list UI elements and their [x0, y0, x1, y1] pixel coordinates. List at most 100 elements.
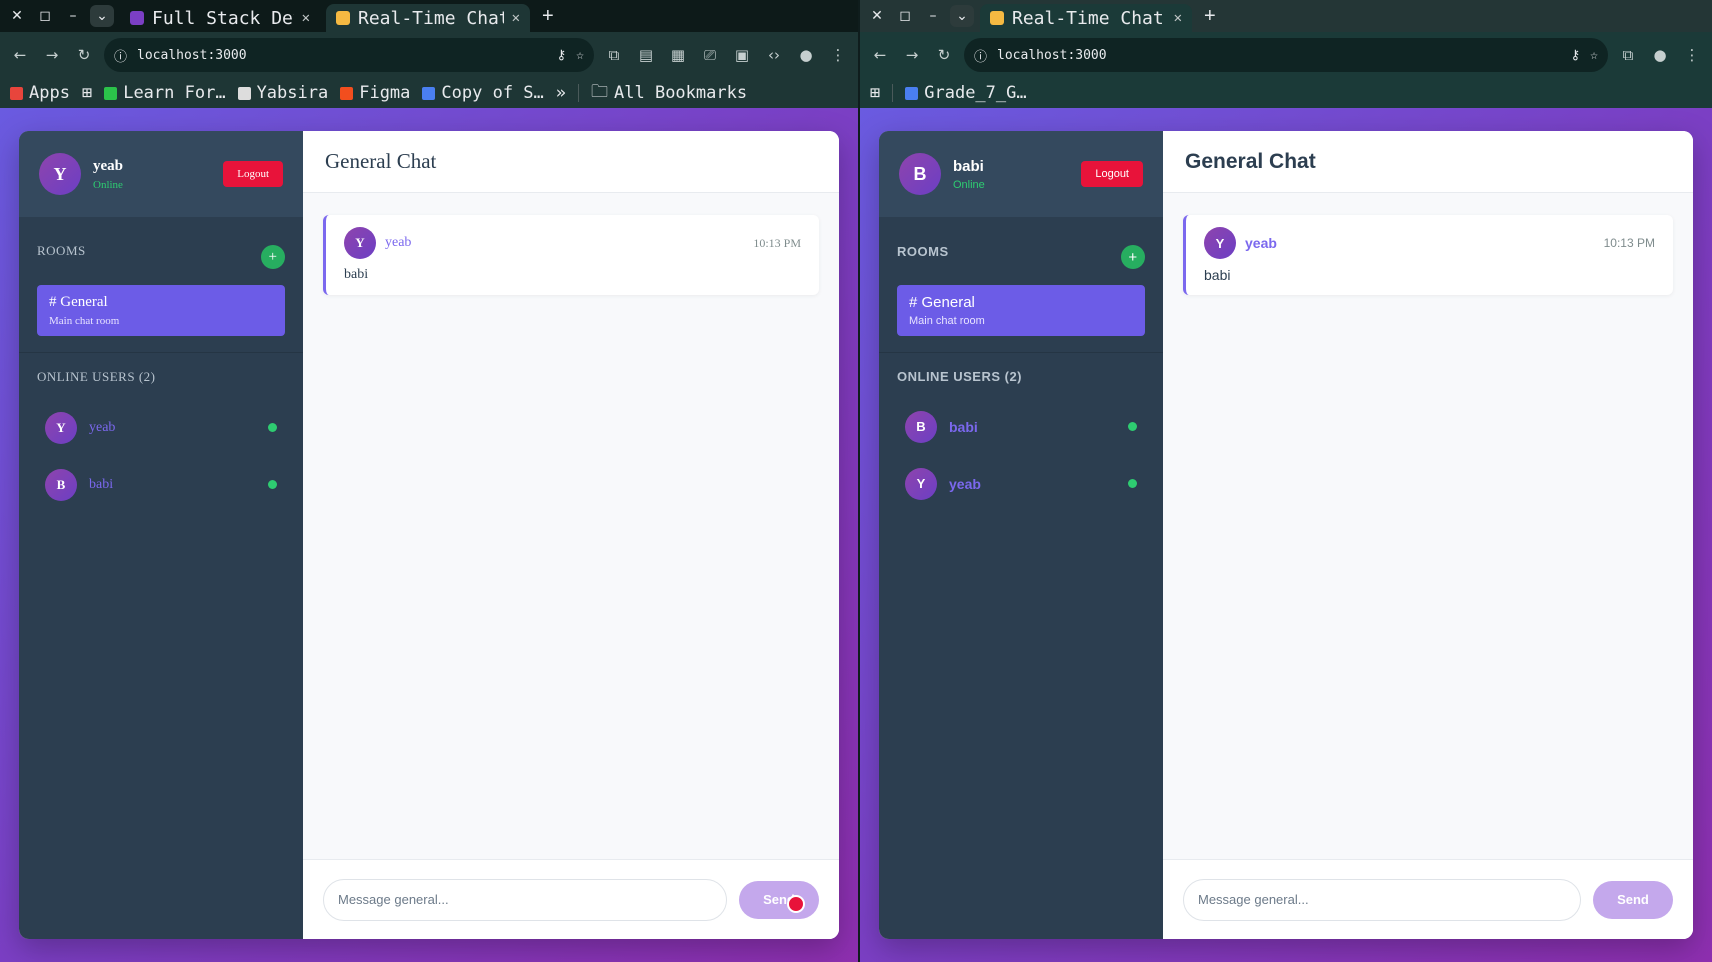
send-button[interactable]: Send — [1593, 880, 1673, 919]
close-window-icon[interactable]: ✕ — [6, 5, 28, 27]
site-info-icon[interactable]: ⓘ — [114, 46, 127, 65]
divider — [892, 84, 894, 102]
bookmark-grade7[interactable]: Grade_7_G… — [905, 83, 1027, 103]
tab-real-time-chat[interactable]: Real-Time Chat ✕ — [980, 4, 1192, 32]
new-tab-icon[interactable]: + — [536, 5, 560, 28]
bookmark-apps[interactable]: Apps — [10, 83, 70, 103]
maximize-window-icon[interactable]: ◻ — [894, 5, 916, 27]
back-icon[interactable]: ← — [8, 43, 32, 67]
devtools-icon[interactable]: ‹› — [762, 43, 786, 67]
url-text: localhost:3000 — [137, 47, 247, 63]
bookmark-all[interactable]: 🗀 All Bookmarks — [591, 79, 747, 108]
chat-app: Y yeab Online Logout ROOMS + # General M… — [19, 131, 839, 939]
room-name: # General — [49, 294, 108, 310]
user-status: Online — [953, 178, 985, 191]
qr-icon[interactable]: ▦ — [666, 43, 690, 67]
room-item-general[interactable]: # General Main chat room — [37, 285, 285, 336]
user-name: babi — [953, 157, 984, 175]
nav-bar: ← → ↻ ⓘ localhost:3000 ⚷ ☆ ⧉ ▤ ▦ ⎚ ▣ ‹› … — [0, 32, 858, 78]
address-bar[interactable]: ⓘ localhost:3000 ⚷ ☆ — [964, 38, 1608, 72]
notion-icon — [237, 86, 251, 100]
reading-mode-icon[interactable]: ▤ — [634, 43, 658, 67]
bookmark-label: Grade_7_G… — [924, 83, 1027, 103]
message-composer: Message general... Send — [1163, 859, 1693, 939]
reload-icon[interactable]: ↻ — [932, 43, 956, 67]
room-description: Main chat room — [909, 315, 985, 327]
tab-bar: ✕ ◻ – ⌄ Full Stack Deve ✕ Real-Time Chat… — [0, 0, 858, 32]
online-users-heading: ONLINE USERS (2) — [897, 369, 1023, 384]
avatar: B — [905, 410, 937, 443]
password-key-icon[interactable]: ⚷ — [1571, 48, 1581, 63]
message-time: 10:13 PM — [1603, 236, 1655, 250]
message-input[interactable]: Message general... — [323, 878, 727, 921]
menu-icon[interactable]: ⋮ — [1680, 43, 1704, 67]
reload-icon[interactable]: ↻ — [72, 43, 96, 67]
site-info-icon[interactable]: ⓘ — [974, 46, 987, 65]
maximize-window-icon[interactable]: ◻ — [34, 5, 56, 27]
side-panel-icon[interactable]: ▣ — [730, 43, 754, 67]
tab-bar: ✕ ◻ – ⌄ Real-Time Chat ✕ + — [860, 0, 1712, 32]
close-tab-icon[interactable]: ✕ — [1174, 10, 1182, 26]
tab-real-time-chat[interactable]: Real-Time Chat ✕ — [326, 4, 530, 32]
tab-favicon-icon — [336, 11, 350, 25]
tab-favicon-icon — [990, 11, 1004, 25]
doc-icon — [422, 86, 436, 100]
address-bar[interactable]: ⓘ localhost:3000 ⚷ ☆ — [104, 38, 594, 72]
forward-icon[interactable]: → — [900, 43, 924, 67]
back-icon[interactable]: ← — [868, 43, 892, 67]
online-user-name: babi — [89, 476, 114, 492]
add-room-button[interactable]: + — [1121, 245, 1145, 269]
sidebar: Y yeab Online Logout ROOMS + # General M… — [19, 131, 303, 939]
password-key-icon[interactable]: ⚷ — [557, 48, 567, 63]
profile-avatar-icon[interactable]: ● — [794, 43, 818, 67]
bookmark-label: Copy of S… — [441, 83, 544, 103]
online-user-item[interactable]: B babi — [37, 456, 285, 513]
menu-icon[interactable]: ⋮ — [826, 43, 850, 67]
extensions-icon[interactable]: ⧉ — [602, 43, 626, 67]
grid-icon[interactable]: ⊞ — [82, 83, 92, 103]
sidebar: B babi Online Logout ROOMS + # General M… — [879, 131, 1163, 939]
cast-icon[interactable]: ⎚ — [698, 43, 722, 67]
close-tab-icon[interactable]: ✕ — [302, 10, 310, 26]
new-tab-icon[interactable]: + — [1198, 5, 1222, 28]
nav-bar: ← → ↻ ⓘ localhost:3000 ⚷ ☆ ⧉ ● ⋮ — [860, 32, 1712, 78]
send-button[interactable]: Send — [739, 880, 819, 919]
profile-avatar-icon[interactable]: ● — [1648, 43, 1672, 67]
logout-button[interactable]: Logout — [223, 161, 283, 187]
more-bookmarks-icon[interactable]: » — [556, 83, 566, 103]
forward-icon[interactable]: → — [40, 43, 64, 67]
bookmark-star-icon[interactable]: ☆ — [576, 48, 584, 63]
add-room-button[interactable]: + — [261, 245, 285, 269]
online-user-item[interactable]: Y yeab — [897, 455, 1145, 512]
message-composer: Message general... Send — [303, 859, 839, 939]
minimize-window-icon[interactable]: – — [62, 5, 84, 27]
logout-button[interactable]: Logout — [1081, 161, 1143, 187]
bookmark-label: All Bookmarks — [614, 83, 748, 103]
online-user-item[interactable]: B babi — [897, 398, 1145, 455]
tab-full-stack[interactable]: Full Stack Deve ✕ — [120, 4, 320, 32]
bookmark-star-icon[interactable]: ☆ — [1590, 48, 1598, 63]
bookmark-learn[interactable]: Learn For… — [104, 83, 226, 103]
chat-main: General Chat Y yeab 10:13 PM babi Messag… — [1163, 131, 1693, 939]
online-users-heading: ONLINE USERS (2) — [37, 369, 156, 384]
message-header: Y yeab 10:13 PM — [344, 227, 801, 259]
bookmark-figma[interactable]: Figma — [340, 83, 410, 103]
doc-icon — [905, 86, 919, 100]
online-user-item[interactable]: Y yeab — [37, 399, 285, 456]
message-item: Y yeab 10:13 PM babi — [323, 215, 819, 295]
extensions-icon[interactable]: ⧉ — [1616, 43, 1640, 67]
avatar: B — [899, 153, 941, 195]
minimize-window-icon[interactable]: – — [922, 5, 944, 27]
tab-search-icon[interactable]: ⌄ — [950, 5, 974, 27]
tab-search-icon[interactable]: ⌄ — [90, 5, 114, 27]
bookmark-yabsira[interactable]: Yabsira — [237, 83, 328, 103]
message-input[interactable]: Message general... — [1183, 878, 1581, 921]
room-item-general[interactable]: # General Main chat room — [897, 285, 1145, 336]
user-status: Online — [93, 178, 123, 191]
bookmark-copy[interactable]: Copy of S… — [422, 83, 544, 103]
online-users-section: ONLINE USERS (2) Y yeab B babi — [19, 353, 303, 529]
close-tab-icon[interactable]: ✕ — [512, 10, 520, 26]
divider — [578, 84, 580, 102]
grid-icon[interactable]: ⊞ — [870, 83, 880, 103]
close-window-icon[interactable]: ✕ — [866, 5, 888, 27]
